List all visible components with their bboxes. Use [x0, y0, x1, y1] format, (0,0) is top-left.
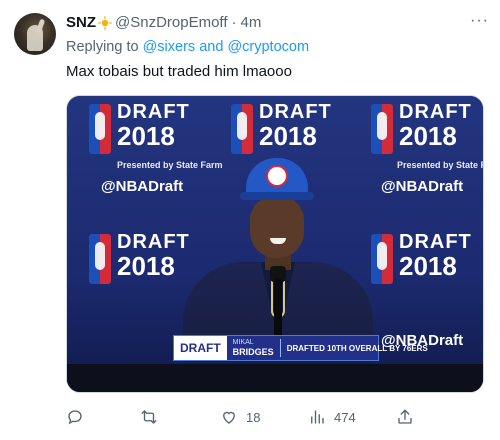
draft-year: 2018: [399, 251, 457, 281]
lower-third: DRAFT MIKAL BRIDGES DRAFTED 10TH OVERALL…: [173, 335, 428, 361]
like-icon: [223, 411, 235, 424]
draft-info: DRAFTED 10TH OVERALL BY 76ERS: [286, 343, 428, 353]
draft-logo: DRAFT 2018: [89, 232, 189, 290]
draft-word: DRAFT: [117, 231, 190, 253]
avatar[interactable]: [14, 13, 56, 55]
mention-cryptocom[interactable]: @cryptocom: [227, 39, 309, 55]
tweet-header: SNZ @SnzDropEmoff · 4m: [66, 14, 261, 32]
retweet-icon: [141, 410, 157, 424]
separator-dot: ·: [231, 14, 237, 31]
replying-to: Replying to @sixers and @cryptocom: [66, 39, 309, 55]
reply-icon: [68, 410, 82, 425]
player-first-name: MIKAL: [232, 339, 254, 346]
lower-third-logo: DRAFT: [174, 336, 227, 360]
sponsor-text: Presented by State Farm: [397, 160, 483, 170]
author-handle[interactable]: @SnzDropEmoff: [115, 14, 228, 32]
reply-button[interactable]: [66, 408, 92, 426]
draft-word: DRAFT: [259, 101, 332, 123]
sixers-logo-icon: [266, 165, 288, 187]
microphone-stand: [274, 278, 282, 338]
draft-logo: DRAFT 2018: [231, 102, 331, 160]
podium-table: [67, 364, 483, 392]
share-button[interactable]: [396, 408, 414, 426]
draft-logo: DRAFT 2018: [89, 102, 189, 160]
nba-logo-icon: [371, 104, 393, 154]
hashtag-text: @NBADraft: [381, 178, 464, 195]
nba-logo-icon: [89, 234, 111, 284]
draft-logo: DRAFT 2018: [371, 232, 471, 290]
draft-word: DRAFT: [399, 101, 472, 123]
tweet-image[interactable]: DRAFT 2018 DRAFT 2018 DRAFT 2018 Present…: [66, 95, 484, 393]
like-count: 18: [246, 409, 261, 425]
smile: [270, 238, 286, 244]
player-name: MIKAL BRIDGES: [227, 339, 281, 357]
draft-year: 2018: [117, 251, 175, 281]
draft-year: 2018: [259, 121, 317, 151]
mention-sixers[interactable]: @sixers: [143, 39, 196, 55]
views-count: 474: [334, 409, 356, 425]
nba-logo-icon: [231, 104, 253, 154]
player-last-name: BRIDGES: [232, 347, 274, 357]
like-button[interactable]: 18: [220, 408, 260, 426]
views-button[interactable]: 474: [308, 408, 356, 426]
views-icon: [311, 410, 324, 424]
sun-emoji-icon: [98, 16, 112, 30]
retweet-button[interactable]: [140, 408, 166, 426]
sixers-cap-icon: [240, 158, 314, 200]
action-bar: 18 474: [66, 408, 484, 428]
nba-logo-icon: [89, 104, 111, 154]
timestamp[interactable]: 4m: [241, 14, 262, 32]
tweet-text: Max tobais but traded him lmaooo: [66, 63, 292, 80]
cap-brim: [240, 192, 314, 200]
avatar-arm: [35, 18, 46, 34]
head: [250, 196, 304, 258]
draft-word: DRAFT: [117, 101, 190, 123]
hashtag-text: @NBADraft: [101, 178, 184, 195]
draft-year: 2018: [399, 121, 457, 151]
more-icon[interactable]: ···: [470, 12, 489, 30]
draft-logo: DRAFT 2018: [371, 102, 471, 160]
tweet[interactable]: SNZ @SnzDropEmoff · 4m ··· Replying to @…: [0, 0, 500, 440]
share-icon: [398, 409, 412, 424]
mention-conjunction[interactable]: and: [199, 39, 223, 55]
nba-logo-icon: [371, 234, 393, 284]
draft-word: DRAFT: [399, 231, 472, 253]
replying-prefix: Replying to: [66, 39, 139, 55]
author-name[interactable]: SNZ: [66, 14, 96, 32]
draft-year: 2018: [117, 121, 175, 151]
